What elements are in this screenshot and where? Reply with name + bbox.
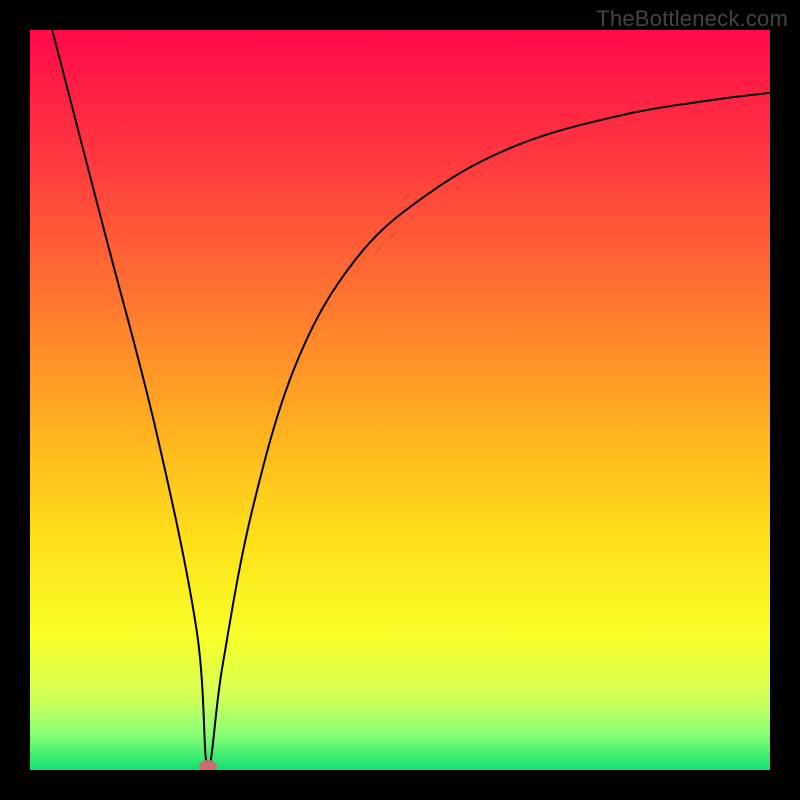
- min-marker: [199, 760, 217, 770]
- outer-frame: TheBottleneck.com: [0, 0, 800, 800]
- watermark-text: TheBottleneck.com: [596, 6, 788, 32]
- plot-area: [30, 30, 770, 770]
- bottleneck-curve: [30, 30, 770, 770]
